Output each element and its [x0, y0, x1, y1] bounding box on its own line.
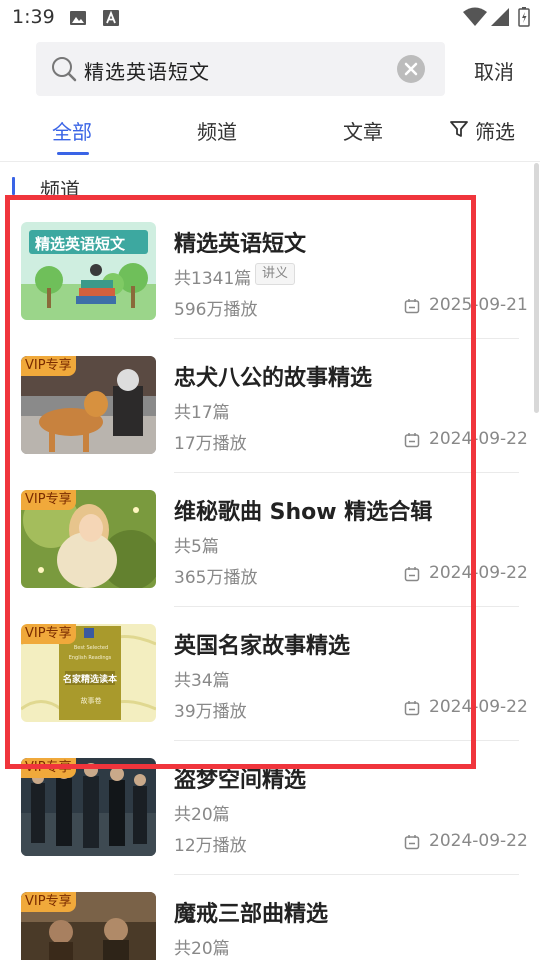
clear-icon[interactable]: [397, 55, 425, 83]
section-title: 频道: [40, 178, 80, 202]
item-thumbnail: Best Selected English Readings 名家精选读本 故事…: [21, 624, 156, 722]
signal-icon: [491, 8, 509, 26]
item-divider: [174, 338, 519, 339]
item-plays: 596万播放: [174, 300, 258, 320]
thumb-text-sub: 故事卷: [80, 697, 102, 705]
item-title: 英国名家故事精选: [174, 634, 351, 659]
filter-icon[interactable]: [449, 119, 469, 139]
wifi-icon: [463, 7, 487, 26]
item-divider: [174, 606, 519, 607]
thumb-text-cn: 名家精选读本: [62, 675, 117, 685]
thumb-text-en1: Best Selected: [73, 645, 109, 651]
filter-button[interactable]: 筛选: [475, 116, 515, 145]
list-item[interactable]: VIP专享 维秘歌曲 Show 精选合辑 共5篇 365万播放 2024-09-…: [0, 490, 540, 624]
item-divider: [174, 740, 519, 741]
search-query: 精选英语短文: [84, 60, 210, 84]
list-item[interactable]: VIP专享 魔戒三部曲精选 共20篇: [0, 892, 540, 960]
item-count: 共1341篇: [174, 269, 252, 289]
list-item[interactable]: 精选英语短文 精选英语短文 共1341篇 讲义 596万播放 2025-09-2…: [0, 222, 540, 356]
list-item[interactable]: Best Selected English Readings 名家精选读本 故事…: [0, 624, 540, 758]
list-item[interactable]: VIP专享 忠犬八公的故事精选 共17篇 17万播放 2024-09-22: [0, 356, 540, 490]
vip-badge: VIP专享: [21, 624, 76, 644]
item-thumbnail: VIP专享: [21, 490, 156, 588]
item-divider: [174, 874, 519, 875]
item-tag: 讲义: [255, 263, 296, 285]
item-date: 2024-09-22: [429, 697, 528, 717]
item-count: 共17篇: [174, 403, 230, 423]
tab-all[interactable]: 全部: [52, 116, 92, 145]
battery-icon: [518, 7, 530, 27]
search-icon: [52, 57, 77, 82]
vip-badge: VIP专享: [21, 356, 76, 376]
image-icon: [70, 11, 86, 25]
tab-channel[interactable]: 频道: [197, 116, 237, 145]
item-thumbnail: VIP专享: [21, 892, 156, 960]
item-plays: 39万播放: [174, 702, 247, 722]
a-notification-icon: [103, 10, 119, 26]
calendar-icon: [404, 299, 420, 314]
item-plays: 12万播放: [174, 836, 247, 856]
item-plays: 365万播放: [174, 568, 258, 588]
item-date: 2024-09-22: [429, 831, 528, 851]
item-title: 忠犬八公的故事精选: [174, 366, 373, 391]
item-count: 共34篇: [174, 671, 230, 691]
status-time: 1:39: [12, 6, 55, 28]
item-title: 精选英语短文: [174, 232, 307, 257]
item-plays: 17万播放: [174, 434, 247, 454]
section-accent-bar: [12, 177, 15, 195]
item-date: 2024-09-22: [429, 429, 528, 449]
item-title: 盗梦空间精选: [174, 768, 307, 793]
item-title: 魔戒三部曲精选: [174, 902, 329, 927]
search-input[interactable]: 精选英语短文: [36, 42, 445, 96]
item-count: 共5篇: [174, 537, 219, 557]
item-date: 2024-09-22: [429, 563, 528, 583]
tab-article[interactable]: 文章: [343, 116, 383, 145]
item-thumbnail: 精选英语短文: [21, 222, 156, 320]
calendar-icon: [404, 835, 420, 850]
cancel-button[interactable]: 取消: [474, 56, 514, 85]
thumb-text-en2: English Readings: [68, 655, 112, 661]
calendar-icon: [404, 567, 420, 582]
calendar-icon: [404, 433, 420, 448]
calendar-icon: [404, 701, 420, 716]
vip-badge: VIP专享: [21, 490, 76, 510]
item-date: 2025-09-21: [429, 295, 528, 315]
vip-badge: VIP专享: [21, 892, 76, 912]
thumb-title: 精选英语短文: [35, 235, 126, 253]
item-title: 维秘歌曲 Show 精选合辑: [174, 500, 433, 525]
active-tab-indicator: [57, 152, 89, 155]
item-thumbnail: VIP专享: [21, 356, 156, 454]
item-count: 共20篇: [174, 939, 230, 959]
item-thumbnail: VIP专享: [21, 758, 156, 856]
vip-badge: VIP专享: [21, 758, 76, 778]
item-count: 共20篇: [174, 805, 230, 825]
status-bar: 1:39: [0, 0, 540, 36]
list-item[interactable]: VIP专享 盗梦空间精选 共20篇 12万播放 2024-09-22: [0, 758, 540, 892]
item-divider: [174, 472, 519, 473]
tab-divider: [0, 161, 540, 162]
